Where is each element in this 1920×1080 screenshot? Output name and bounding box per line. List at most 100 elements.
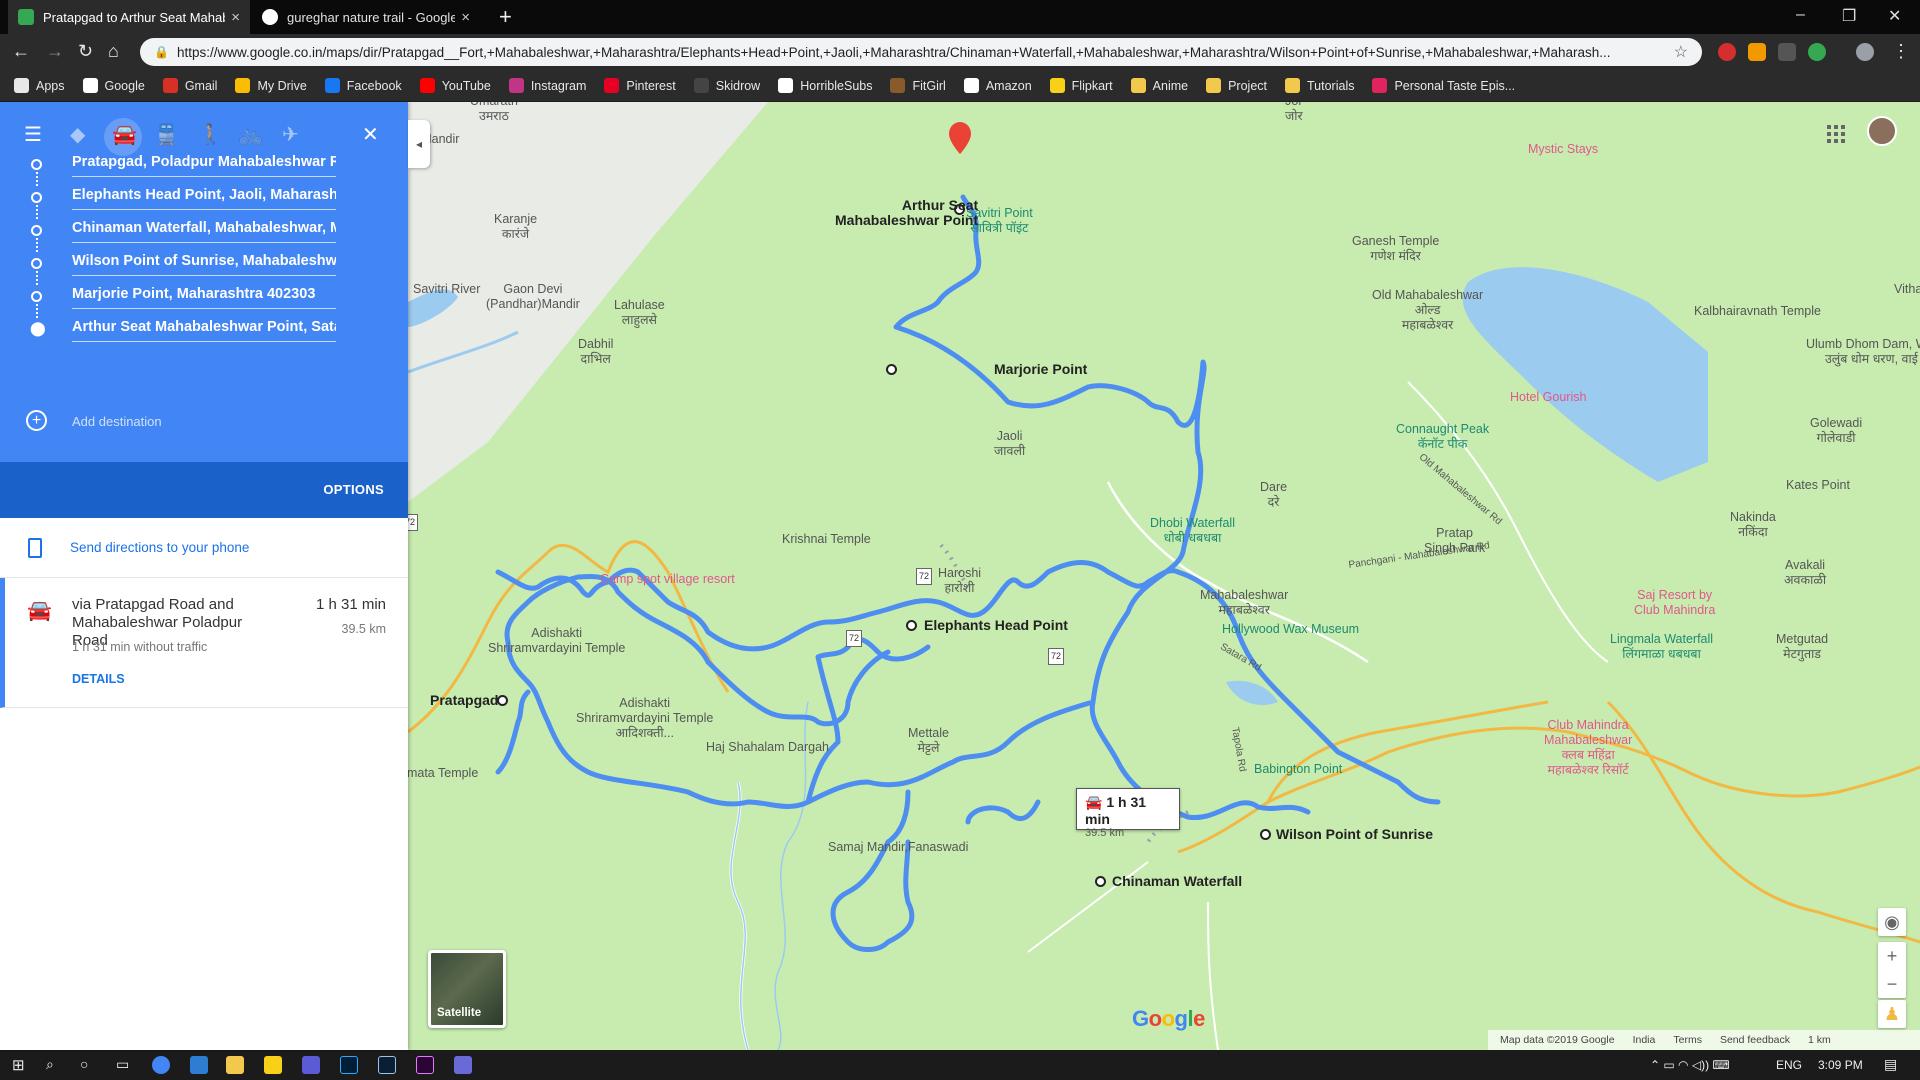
place-label-saj[interactable]: Saj Resort by Club Mahindra	[1634, 588, 1715, 618]
label-wilson-point[interactable]: Wilson Point of Sunrise	[1276, 827, 1433, 842]
place-label-dhobi[interactable]: Dhobi Waterfall धोबी धबधबा	[1150, 516, 1235, 546]
bookmark-item[interactable]: Anime	[1130, 78, 1188, 93]
back-button[interactable]: ←	[12, 41, 30, 62]
bookmark-item[interactable]: Flipkart	[1049, 78, 1113, 93]
shield-extension-icon[interactable]	[1778, 43, 1796, 61]
premiere-taskbar-icon[interactable]	[416, 1056, 434, 1074]
route-option[interactable]: 🚘 via Pratapgad Road and Mahabaleshwar P…	[0, 578, 408, 708]
cortana-icon[interactable]: ○	[80, 1056, 88, 1072]
bookmark-item[interactable]: Gmail	[162, 78, 217, 93]
place-label-village-resort[interactable]: Camp spot village resort	[600, 572, 735, 587]
place-label-babington[interactable]: Babington Point	[1254, 762, 1342, 777]
notifications-icon[interactable]: ▤	[1884, 1056, 1897, 1073]
place-label-hotel-gourish[interactable]: Hotel Gourish	[1510, 390, 1586, 405]
send-feedback-link[interactable]: Send feedback	[1720, 1034, 1790, 1046]
place-label-gaon-devi[interactable]: Gaon Devi (Pandhar)Mandir	[486, 282, 580, 312]
file-explorer-taskbar-icon[interactable]	[226, 1056, 244, 1074]
app-taskbar-icon[interactable]	[264, 1056, 282, 1074]
desktop-taskbar-icon[interactable]	[190, 1056, 208, 1074]
tab-close-icon[interactable]: ×	[231, 9, 240, 26]
profile-avatar[interactable]	[1856, 43, 1874, 61]
bookmark-item[interactable]: Google	[82, 78, 145, 93]
place-label-lahulase[interactable]: Lahulase लाहुलसे	[614, 298, 665, 328]
place-label-samaj[interactable]: Samaj Mandir,Fanaswadi	[828, 840, 968, 855]
place-label-harosh[interactable]: Haroshi हारोशी	[938, 566, 981, 596]
place-label-dare[interactable]: Dare दरे	[1260, 480, 1287, 510]
terms-link[interactable]: Terms	[1673, 1034, 1702, 1046]
place-label-vitha[interactable]: Vitha	[1894, 282, 1920, 297]
options-button[interactable]: OPTIONS	[323, 482, 384, 497]
place-label-club-mahindra[interactable]: Club Mahindra Mahabaleshwar क्लब महिंद्र…	[1544, 718, 1632, 778]
bookmark-item[interactable]: Tutorials	[1285, 78, 1354, 93]
bookmark-item[interactable]: My Drive	[235, 78, 307, 93]
waypoint-input[interactable]: Elephants Head Point, Jaoli, Maharasht	[72, 187, 336, 210]
add-destination-row[interactable]: + Add destination	[0, 402, 408, 442]
bookmark-item[interactable]: Pinterest	[604, 78, 676, 93]
label-arthur-seat[interactable]: Arthur Seat Mahabaleshwar Point	[835, 198, 978, 228]
lightroom-taskbar-icon[interactable]	[378, 1056, 396, 1074]
place-label-umarath[interactable]: Umarath उमराठ	[470, 102, 518, 124]
send-to-phone-link[interactable]: Send directions to your phone	[70, 540, 249, 555]
place-label-mettale[interactable]: Mettale मेट्टले	[908, 726, 949, 756]
tab-close-icon[interactable]: ×	[461, 9, 470, 26]
place-label-savitri-river[interactable]: Savitri River	[413, 282, 480, 297]
place-label-ulumb[interactable]: Ulumb Dhom Dam, Wai उलुंब धोम धरण, वाई	[1806, 337, 1920, 367]
place-label-lingmala[interactable]: Lingmala Waterfall लिंगमाळा धबधबा	[1610, 632, 1713, 662]
bookmark-item[interactable]: Skidrow	[693, 78, 760, 93]
home-button[interactable]: ⌂	[108, 41, 119, 62]
tab-pratapgad[interactable]: Pratapgad to Arthur Seat Mahab ×	[8, 0, 250, 34]
windows-start-icon[interactable]: ⊞	[12, 1056, 25, 1074]
place-label-karanje[interactable]: Karanje कारंजे	[494, 212, 537, 242]
place-label-kates[interactable]: Kates Point	[1786, 478, 1850, 493]
waypoint-marker-wilson[interactable]	[1260, 829, 1271, 840]
satellite-toggle[interactable]: Satellite	[428, 950, 506, 1028]
waypoint-input[interactable]: Wilson Point of Sunrise, Mahabaleshwa	[72, 253, 336, 276]
tab-gureghar[interactable]: gureghar nature trail - Google Se ×	[252, 0, 480, 34]
bookmark-item[interactable]: Apps	[14, 78, 65, 93]
street-view-pegman[interactable]: ♟	[1878, 1000, 1906, 1028]
url-text[interactable]: https://www.google.co.in/maps/dir/Pratap…	[177, 45, 1674, 60]
maximize-button[interactable]: ❐	[1842, 6, 1856, 26]
waypoint-marker-elephants[interactable]	[906, 620, 917, 631]
place-label-adishakti2[interactable]: Adishakti Shriramvardayini Temple आदिशक्…	[576, 696, 713, 741]
place-label-jor[interactable]: Jor जोर	[1285, 102, 1303, 124]
bookmark-item[interactable]: HorribleSubs	[778, 78, 872, 93]
extension-icon[interactable]	[1808, 43, 1826, 61]
country-link[interactable]: India	[1633, 1034, 1656, 1046]
label-pratapgad[interactable]: Pratapgad	[430, 693, 498, 708]
language-indicator[interactable]: ENG	[1776, 1058, 1802, 1072]
task-view-icon[interactable]: ▭	[116, 1056, 129, 1073]
close-window-button[interactable]: ✕	[1888, 6, 1901, 26]
place-label-metgutad[interactable]: Metgutad मेटगुताड	[1776, 632, 1828, 662]
place-label-jaoli[interactable]: Jaoli जावली	[994, 429, 1025, 459]
place-label-ganesh[interactable]: Ganesh Temple गणेश मंदिर	[1352, 234, 1439, 264]
waypoint-marker-pratapgad[interactable]	[497, 695, 508, 706]
zoom-in-button[interactable]: +	[1878, 942, 1906, 970]
waypoint-marker-chinaman[interactable]	[1095, 876, 1106, 887]
bookmark-star-icon[interactable]: ☆	[1674, 42, 1688, 62]
bookmark-item[interactable]: YouTube	[419, 78, 491, 93]
chrome-taskbar-icon[interactable]	[152, 1056, 170, 1074]
place-label-adishakti1[interactable]: Adishakti Shriramvardayini Temple	[488, 626, 625, 656]
app-taskbar-icon[interactable]	[454, 1056, 472, 1074]
bookmark-item[interactable]: Instagram	[508, 78, 586, 93]
place-label-mbw[interactable]: Mahabaleshwar महाबळेश्वर	[1200, 588, 1288, 618]
place-label-mystic[interactable]: Mystic Stays	[1528, 142, 1598, 157]
waypoint-input[interactable]: Marjorie Point, Maharashtra 402303	[72, 286, 336, 309]
place-label-golewadi[interactable]: Golewadi गोलेवाडी	[1810, 416, 1862, 446]
label-chinaman-waterfall[interactable]: Chinaman Waterfall	[1112, 874, 1242, 889]
bookmark-item[interactable]: Facebook	[324, 78, 402, 93]
route-tooltip[interactable]: 🚘 1 h 31 min 39.5 km	[1076, 788, 1180, 839]
send-to-phone-row[interactable]: Send directions to your phone	[0, 518, 408, 578]
app-taskbar-icon[interactable]	[302, 1056, 320, 1074]
my-location-button[interactable]: ◉	[1878, 908, 1906, 936]
place-label-haj[interactable]: Haj Shahalam Dargah	[706, 740, 829, 755]
place-label-dabhil[interactable]: Dabhil दाभिल	[578, 337, 613, 367]
forward-button[interactable]: →	[46, 41, 64, 62]
bookmark-item[interactable]: Project	[1206, 78, 1267, 93]
place-label-avakali[interactable]: Avakali अवकाळी	[1784, 558, 1826, 588]
waypoint-input[interactable]: Arthur Seat Mahabaleshwar Point, Sata	[72, 319, 336, 342]
system-tray-icons[interactable]: ⌃ ▭ ◠ ◁)) ⌨	[1650, 1058, 1730, 1072]
waypoint-input[interactable]: Pratapgad, Poladpur Mahabaleshwar R	[72, 154, 336, 177]
photoshop-taskbar-icon[interactable]	[340, 1056, 358, 1074]
